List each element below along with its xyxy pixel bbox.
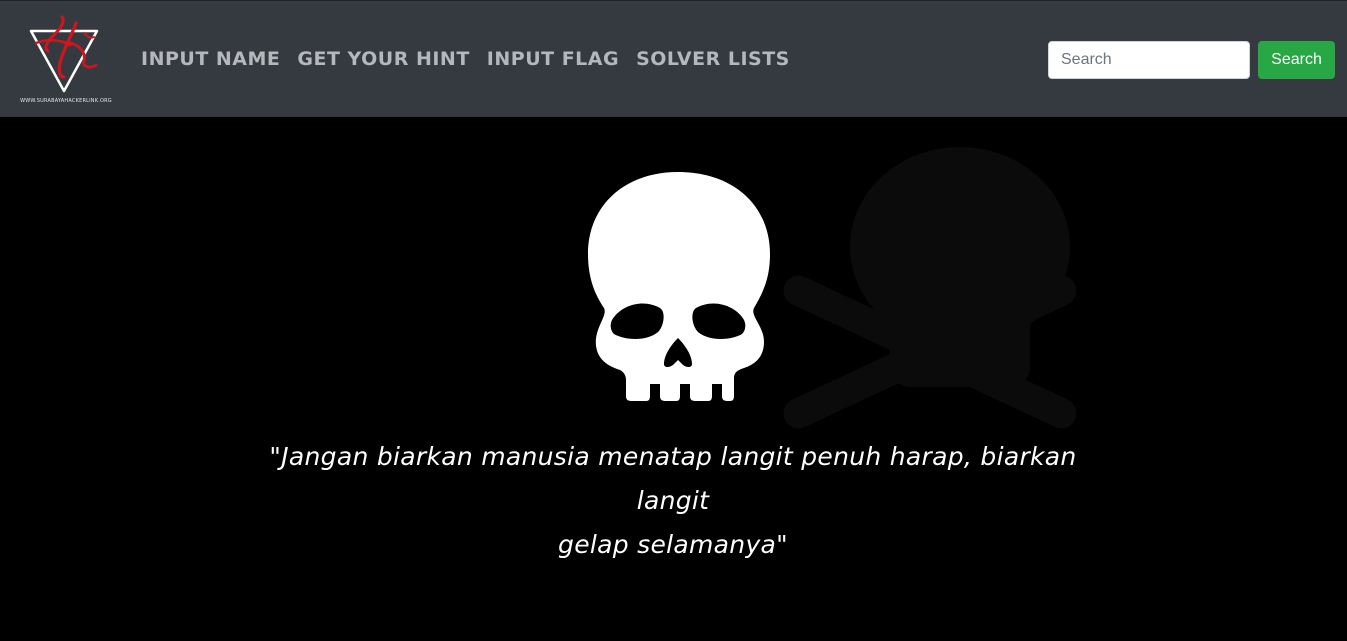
navbar: WWW.SURABAYAHACKERLINK.ORG INPUT NAME GE… <box>0 0 1347 117</box>
nav-link-get-your-hint[interactable]: GET YOUR HINT <box>297 46 469 72</box>
search-form: Search <box>1048 41 1335 79</box>
background-skull-crossbones-icon <box>783 147 1077 429</box>
brand-url-text: WWW.SURABAYAHACKERLINK.ORG <box>20 98 112 104</box>
brand-logo-link[interactable]: WWW.SURABAYAHACKERLINK.ORG <box>14 13 118 109</box>
nav-link-input-name[interactable]: INPUT NAME <box>141 46 280 72</box>
hero-quote-line-2: gelap selamanya" <box>558 530 788 559</box>
hero-section: "Jangan biarkan manusia menatap langit p… <box>0 117 1347 641</box>
nav-links: INPUT NAME GET YOUR HINT INPUT FLAG SOLV… <box>141 46 807 72</box>
search-input[interactable] <box>1048 41 1250 79</box>
hero-quote: "Jangan biarkan manusia menatap langit p… <box>243 435 1103 567</box>
nav-link-input-flag[interactable]: INPUT FLAG <box>487 46 619 72</box>
skull-icon <box>588 172 770 401</box>
hero-quote-line-1: "Jangan biarkan manusia menatap langit p… <box>269 442 1077 515</box>
nav-link-solver-lists[interactable]: SOLVER LISTS <box>636 46 790 72</box>
search-button[interactable]: Search <box>1258 41 1335 79</box>
shl-triangle-logo-icon <box>29 15 99 93</box>
